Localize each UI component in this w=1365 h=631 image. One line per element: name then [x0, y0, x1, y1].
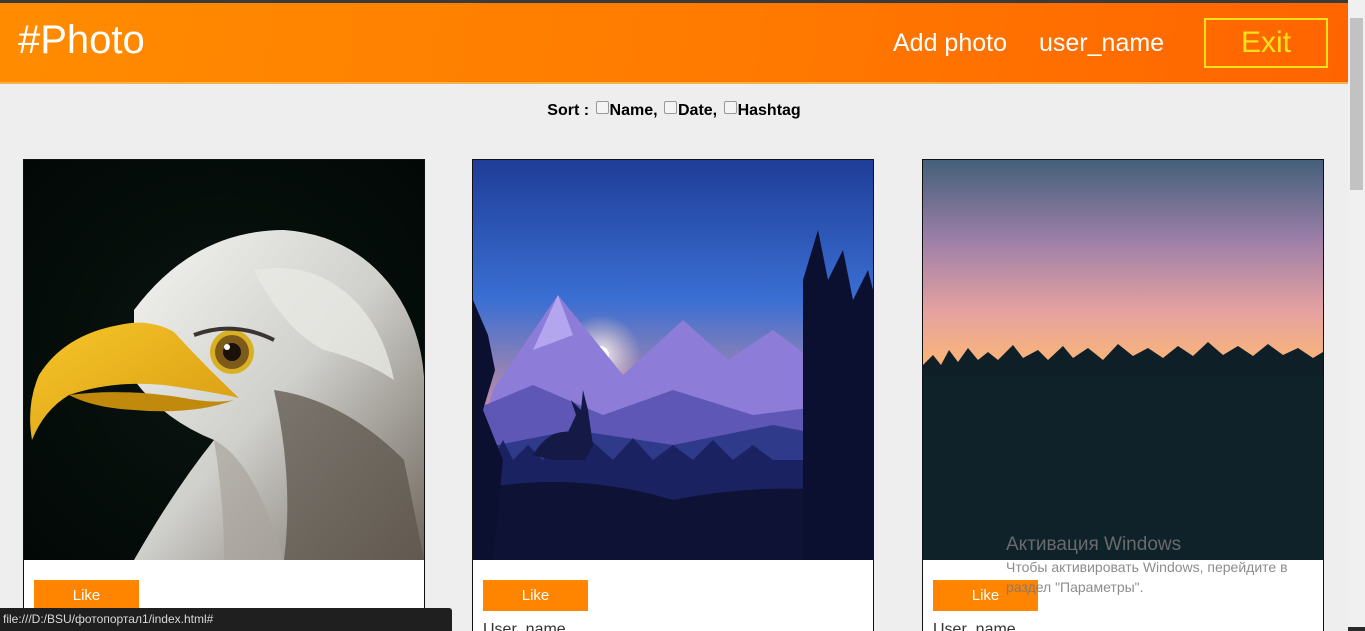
- sort-hashtag-checkbox[interactable]: [723, 101, 737, 114]
- like-button[interactable]: Like: [933, 580, 1038, 611]
- user-name-link[interactable]: user_name: [1039, 28, 1164, 58]
- page-content: #Photo Add photo user_name Exit Sort : N…: [0, 0, 1348, 631]
- photo-author: User_name: [483, 621, 566, 631]
- add-photo-link[interactable]: Add photo: [893, 28, 1007, 58]
- scrollbar-bottom-edge: [1348, 627, 1365, 631]
- scrollbar-thumb[interactable]: [1350, 18, 1363, 190]
- sort-date-label: Date,: [678, 102, 718, 119]
- mountain-landscape-photo[interactable]: [473, 160, 873, 560]
- sunset-forest-photo[interactable]: [923, 160, 1323, 560]
- site-header: #Photo Add photo user_name Exit: [0, 0, 1348, 84]
- like-button[interactable]: Like: [34, 580, 139, 611]
- browser-viewport: #Photo Add photo user_name Exit Sort : N…: [0, 0, 1365, 631]
- site-logo[interactable]: #Photo: [18, 18, 145, 62]
- photo-card: Like User_name: [922, 159, 1324, 631]
- vertical-scrollbar[interactable]: [1348, 0, 1365, 631]
- sort-name-checkbox[interactable]: [595, 101, 609, 114]
- sort-date-checkbox[interactable]: [664, 101, 677, 114]
- photo-card: Like: [23, 159, 425, 631]
- sort-label: Sort :: [547, 102, 590, 119]
- eagle-photo[interactable]: [24, 160, 424, 560]
- browser-status-bar: file:///D:/BSU/фотопортал1/index.html#: [0, 608, 452, 631]
- like-button[interactable]: Like: [483, 580, 588, 611]
- exit-button[interactable]: Exit: [1204, 18, 1328, 68]
- photo-card: Like User_name: [472, 159, 874, 631]
- sort-hashtag-label: Hashtag: [737, 102, 801, 119]
- sort-name-label: Name,: [609, 102, 658, 119]
- sort-bar: Sort : Name, Date, Hashtag: [0, 101, 1348, 121]
- photo-author: User_name: [933, 621, 1016, 631]
